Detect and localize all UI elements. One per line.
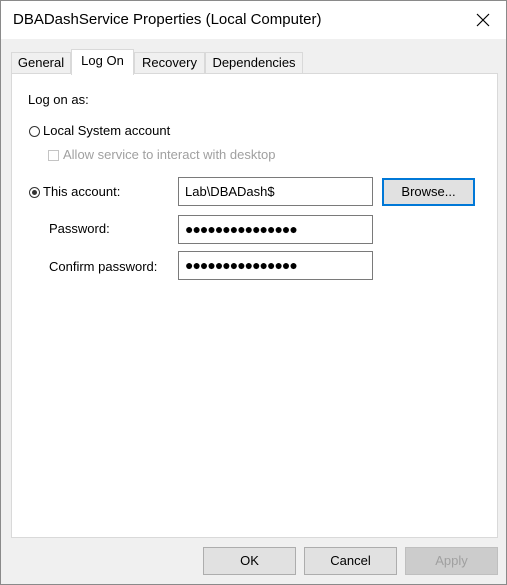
- tab-recovery[interactable]: Recovery: [134, 52, 205, 74]
- ok-button-label: OK: [240, 553, 259, 568]
- ok-button[interactable]: OK: [203, 547, 296, 575]
- cancel-button[interactable]: Cancel: [304, 547, 397, 575]
- browse-button-label: Browse...: [401, 184, 456, 199]
- cancel-button-label: Cancel: [330, 553, 371, 568]
- password-label: Password:: [49, 221, 110, 236]
- this-account-label[interactable]: This account:: [43, 184, 120, 199]
- log-on-as-label: Log on as:: [28, 92, 89, 107]
- window-title: DBADashService Properties (Local Compute…: [13, 11, 322, 28]
- tab-log-on-label: Log On: [81, 53, 124, 68]
- tab-strip: General Log On Recovery Dependencies: [11, 49, 497, 75]
- local-system-label[interactable]: Local System account: [43, 123, 170, 138]
- log-on-panel: Log on as: Local System account Allow se…: [11, 73, 498, 538]
- confirm-password-label: Confirm password:: [49, 259, 158, 274]
- account-input[interactable]: Lab\DBADash$: [178, 177, 373, 206]
- browse-button[interactable]: Browse...: [382, 178, 475, 206]
- apply-button[interactable]: Apply: [405, 547, 498, 575]
- interact-desktop-checkbox[interactable]: [48, 150, 59, 161]
- confirm-password-input[interactable]: ●●●●●●●●●●●●●●●: [178, 251, 373, 280]
- tab-log-on[interactable]: Log On: [71, 49, 134, 75]
- tab-dependencies[interactable]: Dependencies: [205, 52, 303, 74]
- apply-button-label: Apply: [435, 553, 468, 568]
- tab-recovery-label: Recovery: [142, 55, 197, 70]
- title-bar[interactable]: DBADashService Properties (Local Compute…: [1, 1, 506, 39]
- radio-selected-dot: [32, 190, 37, 195]
- close-icon: [476, 13, 490, 27]
- password-input[interactable]: ●●●●●●●●●●●●●●●: [178, 215, 373, 244]
- interact-desktop-label: Allow service to interact with desktop: [63, 147, 276, 162]
- tab-general-label: General: [17, 55, 65, 70]
- this-account-radio[interactable]: [29, 187, 40, 198]
- properties-dialog: DBADashService Properties (Local Compute…: [0, 0, 507, 585]
- local-system-radio[interactable]: [29, 126, 40, 137]
- tab-dependencies-label: Dependencies: [212, 55, 296, 70]
- close-button[interactable]: [460, 1, 506, 39]
- tab-general[interactable]: General: [11, 52, 71, 74]
